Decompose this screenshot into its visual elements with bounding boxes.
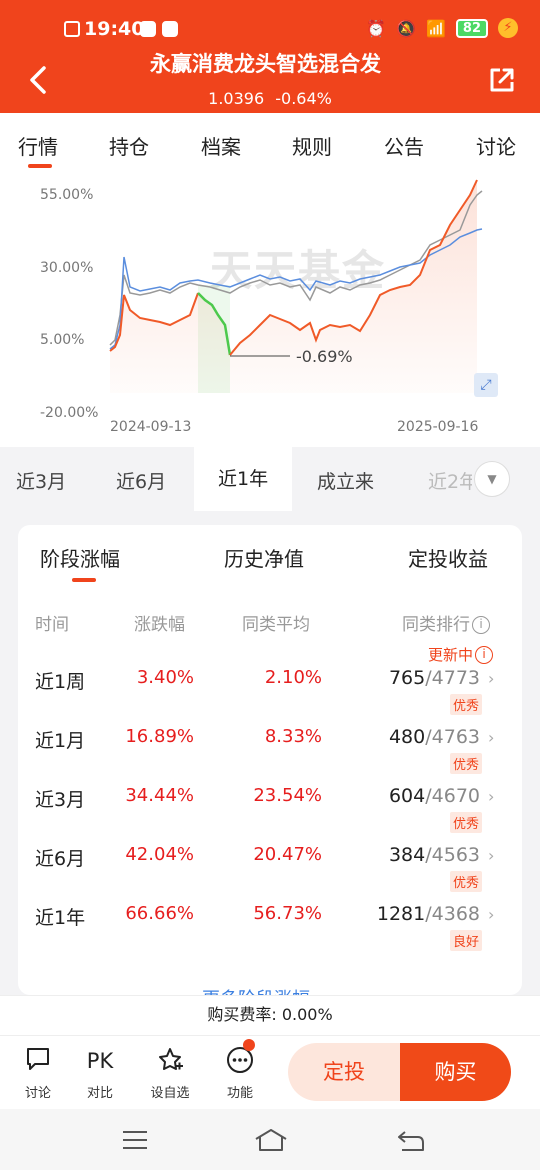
header-category-rank: 同类排行 i xyxy=(402,610,490,635)
chart-lines xyxy=(109,179,483,393)
share-icon[interactable] xyxy=(488,66,516,94)
returns-card: 阶段涨幅 历史净值 定投收益 时间 涨跌幅 同类平均 同类排行 i 更新中 i 近1… xyxy=(18,525,522,1010)
notification-dot xyxy=(243,1039,255,1051)
table-row[interactable]: 近1周 3.40% 2.10% 765/4773 › 优秀 xyxy=(18,667,522,726)
sip-button[interactable]: 定投 xyxy=(288,1043,400,1101)
row-period: 近6月 xyxy=(35,848,86,870)
period-1y[interactable]: 近1年 xyxy=(194,447,293,511)
main-tabs: 行情 持仓 档案 规则 公告 讨论 xyxy=(0,113,540,175)
period-2y[interactable]: 近2年 xyxy=(428,467,472,494)
period-selector: 近3月 近6月 近1年 成立来 近2年 ▼ xyxy=(0,447,540,511)
row-avg: 56.73% xyxy=(253,903,322,924)
row-rank: 604/4670 xyxy=(388,785,480,807)
table-row[interactable]: 近6月 42.04% 20.47% 384/4563 › 优秀 xyxy=(18,844,522,903)
header-change: 涨跌幅 xyxy=(134,615,185,635)
row-rank: 765/4773 xyxy=(388,667,480,689)
star-plus-icon xyxy=(148,1046,192,1078)
back-nav-icon[interactable] xyxy=(396,1129,426,1153)
purchase-fee: 购买费率: 0.00% xyxy=(0,995,540,1035)
chevron-right-icon: › xyxy=(488,846,495,865)
bottom-action-bar: 讨论 PK 对比 设自选 功能 定投 购买 xyxy=(0,1035,540,1109)
add-watchlist-button[interactable]: 设自选 xyxy=(148,1046,192,1101)
row-avg: 2.10% xyxy=(264,667,322,688)
row-rank: 480/4763 xyxy=(388,726,480,748)
table-row[interactable]: 近3月 34.44% 23.54% 604/4670 › 优秀 xyxy=(18,785,522,844)
x-start-label: 2024-09-13 xyxy=(110,419,192,435)
top-header: 19:40 ⏰ 🔕 📶 82 ⚡ 永赢消费龙头智选混合发 1.0396 -0.6… xyxy=(0,0,540,113)
app-notification-icon xyxy=(162,21,178,37)
row-rank: 1281/4368 xyxy=(376,903,480,925)
discuss-button[interactable]: 讨论 xyxy=(16,1046,60,1101)
row-rank: 384/4563 xyxy=(388,844,480,866)
period-3m[interactable]: 近3月 xyxy=(16,467,66,494)
row-period: 近1年 xyxy=(35,907,86,929)
nav-value: 1.0396 xyxy=(208,89,265,108)
chevron-right-icon: › xyxy=(488,669,495,688)
max-drawdown-label: -0.69% xyxy=(296,347,353,366)
row-change: 16.89% xyxy=(125,726,194,747)
info-icon[interactable]: i xyxy=(472,616,490,634)
rating-badge: 优秀 xyxy=(449,812,482,833)
rating-badge: 良好 xyxy=(449,930,482,951)
period-6m[interactable]: 近6月 xyxy=(116,467,166,494)
row-avg: 8.33% xyxy=(264,726,322,747)
header-period: 时间 xyxy=(35,615,69,635)
rating-badge: 优秀 xyxy=(449,694,482,715)
chat-icon xyxy=(16,1046,60,1078)
mute-icon: 🔕 xyxy=(396,18,416,38)
tab-discussion[interactable]: 讨论 xyxy=(476,131,516,160)
row-period: 近1周 xyxy=(35,671,86,693)
tab-holdings[interactable]: 持仓 xyxy=(109,131,149,160)
tab-market[interactable]: 行情 xyxy=(18,131,58,168)
row-change: 34.44% xyxy=(125,785,194,806)
fund-title: 永赢消费龙头智选混合发 xyxy=(150,52,381,76)
tab-announcements[interactable]: 公告 xyxy=(384,131,424,160)
menu-icon[interactable] xyxy=(121,1129,149,1151)
tab-sip-returns[interactable]: 定投收益 xyxy=(408,543,488,572)
table-row[interactable]: 近1月 16.89% 8.33% 480/4763 › 优秀 xyxy=(18,726,522,785)
tab-profile[interactable]: 档案 xyxy=(201,131,241,160)
chevron-right-icon: › xyxy=(488,787,495,806)
home-icon[interactable] xyxy=(254,1127,288,1153)
row-avg: 23.54% xyxy=(253,785,322,806)
nav-summary: 1.0396 -0.64% xyxy=(0,89,540,108)
performance-chart[interactable]: 55.00% 30.00% 5.00% -20.00% 天天基金 -0.69% … xyxy=(0,175,540,447)
rating-badge: 优秀 xyxy=(449,753,482,774)
alarm-icon: ⏰ xyxy=(366,18,387,38)
x-end-label: 2025-09-16 xyxy=(397,419,479,435)
table-row[interactable]: 近1年 66.66% 56.73% 1281/4368 › 良好 xyxy=(18,903,522,962)
functions-button[interactable]: 功能 xyxy=(218,1046,262,1101)
header-category-avg: 同类平均 xyxy=(242,615,310,635)
status-time: 19:40 xyxy=(84,18,145,40)
buy-button[interactable]: 购买 xyxy=(400,1043,511,1101)
notification-icon xyxy=(64,21,80,37)
wifi-icon: 📶 xyxy=(425,18,446,38)
row-avg: 20.47% xyxy=(253,844,322,865)
battery-indicator: 82 xyxy=(455,18,488,38)
chevron-right-icon: › xyxy=(488,905,495,924)
info-icon[interactable]: i xyxy=(475,646,494,664)
pk-icon: PK xyxy=(86,1049,114,1073)
tab-history-nav[interactable]: 历史净值 xyxy=(224,543,304,572)
system-nav-bar xyxy=(0,1109,540,1170)
tab-rules[interactable]: 规则 xyxy=(292,131,332,160)
updating-label: 更新中 i xyxy=(428,644,494,665)
row-change: 66.66% xyxy=(125,903,194,924)
charging-icon: ⚡ xyxy=(498,18,518,38)
compare-button[interactable]: PK 对比 xyxy=(78,1046,122,1101)
expand-chart-icon[interactable]: ⤢ xyxy=(474,373,498,397)
row-change: 42.04% xyxy=(125,844,194,865)
more-icon xyxy=(218,1046,262,1078)
chevron-right-icon: › xyxy=(488,728,495,747)
row-change: 3.40% xyxy=(136,667,194,688)
tab-stage-returns[interactable]: 阶段涨幅 xyxy=(40,543,120,582)
nav-change: -0.64% xyxy=(275,89,332,108)
chevron-down-icon[interactable]: ▼ xyxy=(474,461,510,497)
row-period: 近1月 xyxy=(35,730,86,752)
row-period: 近3月 xyxy=(35,789,86,811)
rating-badge: 优秀 xyxy=(449,871,482,892)
period-since-inception[interactable]: 成立来 xyxy=(317,467,374,494)
app-notification-icon xyxy=(140,21,156,37)
